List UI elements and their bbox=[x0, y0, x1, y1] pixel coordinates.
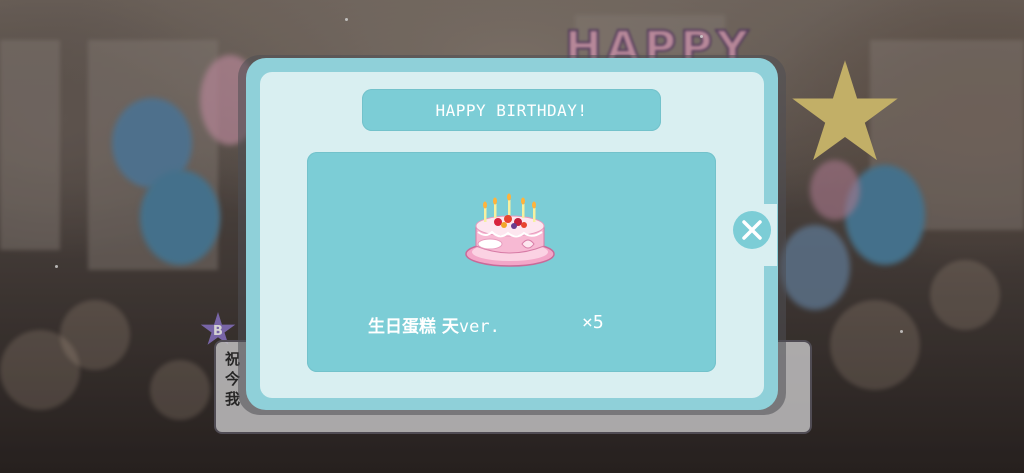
close-icon[interactable] bbox=[733, 211, 771, 249]
birthday-cake-icon bbox=[465, 193, 555, 267]
reward-item-name: 生日蛋糕 天ver. bbox=[368, 312, 500, 337]
popup-title: HAPPY BIRTHDAY! bbox=[362, 89, 661, 131]
reward-item-count: ×5 bbox=[582, 312, 604, 333]
close-x-glyph bbox=[742, 220, 762, 240]
reward-item-version: ver. bbox=[458, 317, 500, 337]
reward-item-title: 生日蛋糕 天 bbox=[368, 317, 459, 337]
